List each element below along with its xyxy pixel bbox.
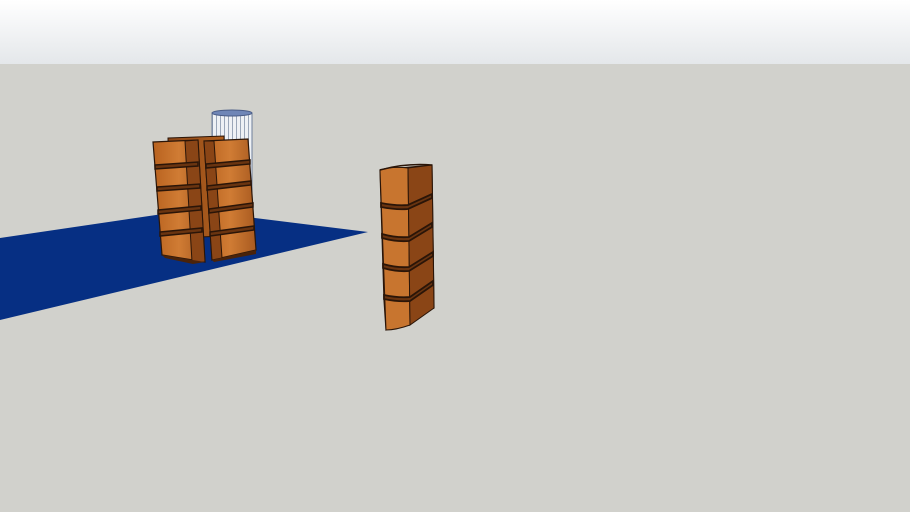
3d-viewport[interactable] (0, 0, 910, 512)
ground-fill (0, 64, 910, 512)
corner-shelf-left[interactable] (152, 139, 206, 264)
corner-shelf-standalone[interactable] (379, 163, 435, 331)
corner-shelf-right[interactable] (203, 138, 257, 262)
model-scene (0, 64, 910, 512)
